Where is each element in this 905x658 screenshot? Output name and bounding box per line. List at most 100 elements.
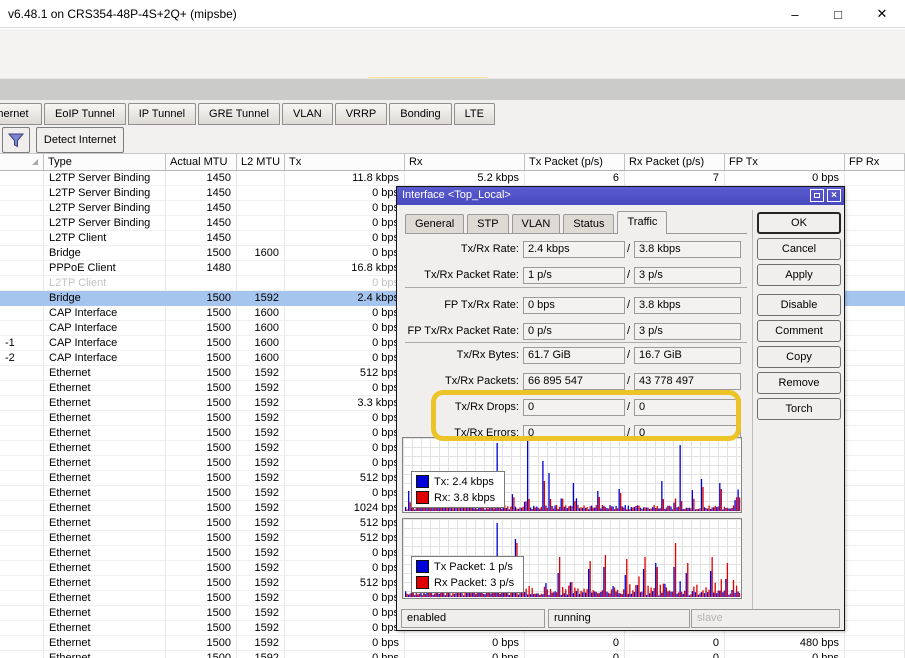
cell-actual_mtu: 1500: [166, 516, 237, 531]
column-header[interactable]: Tx: [285, 154, 405, 170]
field-value-tx[interactable]: 1 p/s: [523, 267, 625, 284]
column-header[interactable]: Actual MTU: [166, 154, 237, 170]
tab-vlan[interactable]: VLAN: [282, 103, 333, 125]
field-value-tx[interactable]: 0 p/s: [523, 323, 625, 340]
field-value-tx[interactable]: 2.4 kbps: [523, 241, 625, 258]
table-row[interactable]: Ethernet150015920 bps0 bps000 bps: [0, 651, 905, 658]
field-value-tx[interactable]: 66 895 547: [523, 373, 625, 390]
copy-button[interactable]: Copy: [757, 346, 841, 368]
apply-button[interactable]: Apply: [757, 264, 841, 286]
comment-button[interactable]: Comment: [757, 320, 841, 342]
tab-vrrp[interactable]: VRRP: [335, 103, 388, 125]
dialog-titlebar[interactable]: Interface <Top_Local> ×: [397, 187, 844, 205]
tab-lte[interactable]: LTE: [454, 103, 495, 125]
cell-fp_rx: [845, 201, 905, 216]
cell-type: L2TP Client: [44, 276, 166, 291]
dialog-tab-vlan[interactable]: VLAN: [512, 214, 561, 234]
cell-l2_mtu: [237, 231, 285, 246]
cell-fp_rx: [845, 306, 905, 321]
cell-type: L2TP Server Binding: [44, 171, 166, 186]
cell-l2_mtu: [237, 216, 285, 231]
cell-l2_mtu: 1600: [237, 321, 285, 336]
cell-flag: [0, 306, 44, 321]
cancel-button[interactable]: Cancel: [757, 238, 841, 260]
minimize-button[interactable]: –: [780, 4, 810, 24]
dialog-close-button[interactable]: ×: [827, 189, 841, 202]
cell-type: PPPoE Client: [44, 261, 166, 276]
column-header[interactable]: Rx: [405, 154, 525, 170]
cell-tx: 0 bps: [285, 246, 405, 261]
detect-internet-button[interactable]: Detect Internet: [36, 127, 124, 153]
cell-flag: [0, 471, 44, 486]
cell-tx: 0 bps: [285, 216, 405, 231]
cell-type: Ethernet: [44, 516, 166, 531]
cell-l2_mtu: 1600: [237, 351, 285, 366]
tab-label: LTE: [465, 108, 484, 120]
field-value-tx[interactable]: 61.7 GiB: [523, 347, 625, 364]
table-row[interactable]: Ethernet150015920 bps0 bps00480 bps: [0, 636, 905, 651]
column-header[interactable]: FP Tx: [725, 154, 845, 170]
field-value-rx[interactable]: 3 p/s: [634, 323, 741, 340]
torch-button[interactable]: Torch: [757, 398, 841, 420]
column-header[interactable]: L2 MTU: [237, 154, 285, 170]
cell-actual_mtu: 1500: [166, 411, 237, 426]
column-header[interactable]: Type: [44, 154, 166, 170]
field-value-rx[interactable]: 43 778 497: [634, 373, 741, 390]
field-value-tx[interactable]: 0: [523, 399, 625, 416]
column-header[interactable]: [0, 154, 44, 170]
dialog-restore-button[interactable]: [810, 189, 824, 202]
column-header[interactable]: FP Rx: [845, 154, 905, 170]
cell-type: Ethernet: [44, 531, 166, 546]
field-value-rx[interactable]: 3.8 kbps: [634, 297, 741, 314]
field-value-rx[interactable]: 3 p/s: [634, 267, 741, 284]
close-button[interactable]: ✕: [867, 4, 897, 24]
remove-button[interactable]: Remove: [757, 372, 841, 394]
cell-tx: 512 bps: [285, 516, 405, 531]
cell-type: Ethernet: [44, 501, 166, 516]
column-header[interactable]: Rx Packet (p/s): [625, 154, 725, 170]
disable-button[interactable]: Disable: [757, 294, 841, 316]
column-header[interactable]: Tx Packet (p/s): [525, 154, 625, 170]
cell-tx: 0 bps: [285, 606, 405, 621]
restore-icon: [814, 193, 820, 198]
cell-actual_mtu: 1500: [166, 561, 237, 576]
maximize-button[interactable]: □: [823, 4, 853, 24]
ok-button[interactable]: OK: [757, 212, 841, 234]
field-value-rx[interactable]: 16.7 GiB: [634, 347, 741, 364]
tab-eoip-tunnel[interactable]: EoIP Tunnel: [44, 103, 126, 125]
cell-tx: 0 bps: [285, 621, 405, 636]
field-value-tx[interactable]: 0 bps: [523, 297, 625, 314]
cell-rx_packet: 0: [625, 651, 725, 658]
dialog-tab-stp[interactable]: STP: [467, 214, 508, 234]
cell-tx: 0 bps: [285, 456, 405, 471]
table-row[interactable]: L2TP Server Binding145011.8 kbps5.2 kbps…: [0, 171, 905, 186]
cell-type: L2TP Client: [44, 231, 166, 246]
field-value-rx[interactable]: 0: [634, 399, 741, 416]
dialog-tab-status[interactable]: Status: [563, 214, 614, 234]
cell-l2_mtu: 1592: [237, 396, 285, 411]
tab-ethernet[interactable]: Ethernet: [0, 103, 42, 125]
cell-tx: 16.8 kbps: [285, 261, 405, 276]
cell-type: Ethernet: [44, 576, 166, 591]
slash-separator: /: [627, 243, 630, 255]
cell-tx: 0 bps: [285, 486, 405, 501]
filter-button[interactable]: [2, 127, 30, 153]
tab-gre-tunnel[interactable]: GRE Tunnel: [198, 103, 280, 125]
cell-fp_rx: [845, 246, 905, 261]
cell-fp_tx: 0 bps: [725, 171, 845, 186]
cell-rx_packet: 7: [625, 171, 725, 186]
field-value-rx[interactable]: 3.8 kbps: [634, 241, 741, 258]
dialog-tab-traffic[interactable]: Traffic: [617, 211, 667, 234]
cell-l2_mtu: 1592: [237, 546, 285, 561]
field-row: Tx/Rx Rate:2.4 kbps/3.8 kbps: [397, 241, 747, 258]
legend-label: Rx Packet: 3 p/s: [434, 577, 514, 589]
toolbar: Detect Internet: [0, 126, 905, 154]
cell-type: Ethernet: [44, 486, 166, 501]
cell-flag: [0, 441, 44, 456]
cell-actual_mtu: 1500: [166, 441, 237, 456]
cell-type: Ethernet: [44, 426, 166, 441]
dialog-tab-general[interactable]: General: [405, 214, 464, 234]
cell-fp_rx: [845, 321, 905, 336]
tab-ip-tunnel[interactable]: IP Tunnel: [128, 103, 196, 125]
tab-bonding[interactable]: Bonding: [389, 103, 451, 125]
